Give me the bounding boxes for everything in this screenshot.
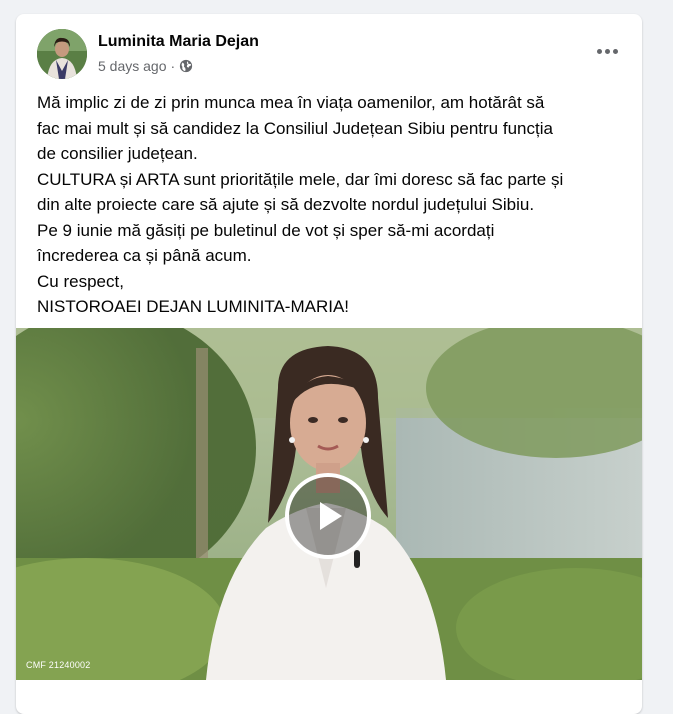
post-text-line: încrederea ca și până acum. [37,246,252,265]
post-text-line: Pe 9 iunie mă găsiți pe buletinul de vot… [37,220,495,240]
post-card: Luminita Maria Dejan 5 days ago · Mă imp… [16,14,642,714]
post-text-line: de consilier județean. [37,144,198,163]
post-text: Mă implic zi de zi prin munca mea în via… [37,90,627,320]
video-player[interactable]: CMF 21240002 [16,328,642,680]
post-meta: 5 days ago · [98,58,193,74]
post-text-line: CULTURA și ARTA sunt prioritățile mele, … [37,169,564,189]
post-timestamp[interactable]: 5 days ago [98,58,167,74]
post-text-line: fac mai mult și să candidez la Consiliul… [37,118,553,138]
video-watermark: CMF 21240002 [26,660,91,670]
more-options-button[interactable] [594,41,620,61]
author-name[interactable]: Luminita Maria Dejan [98,33,259,51]
globe-icon[interactable] [179,59,193,73]
play-icon [320,502,342,530]
more-options-dot [596,48,602,54]
post-text-line: NISTOROAEI DEJAN LUMINITA-MARIA! [37,297,350,316]
play-button[interactable] [285,473,371,559]
post-text-line: Mă implic zi de zi prin munca mea în via… [37,93,545,112]
more-options-dot [612,48,618,54]
meta-separator: · [170,58,176,74]
post-text-line: Cu respect, [37,271,124,291]
post-text-line: din alte proiecte care să ajute și să de… [37,195,535,214]
more-options-dot [604,48,610,54]
avatar[interactable] [37,29,87,79]
